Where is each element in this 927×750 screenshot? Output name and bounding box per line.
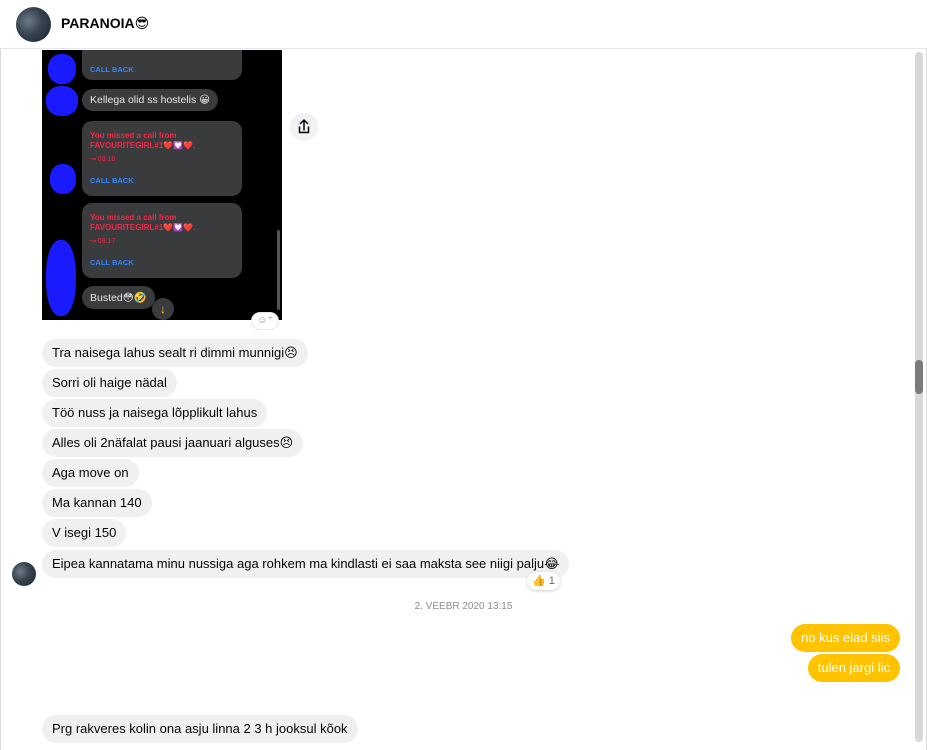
screenshot-message: Busted😳🤣 bbox=[82, 286, 155, 309]
missed-call-card: You missed a call from FAVOURITEGIRL#1❤️… bbox=[82, 203, 242, 278]
missed-call-text: You missed a call from bbox=[90, 131, 177, 140]
sender-avatar[interactable] bbox=[12, 562, 36, 586]
share-icon bbox=[298, 119, 310, 134]
add-reaction-icon[interactable]: ☺⁺ bbox=[251, 312, 279, 330]
message-outgoing[interactable]: no kus elad siis bbox=[791, 624, 900, 652]
message-incoming[interactable]: V isegi 150 bbox=[42, 519, 127, 547]
message-incoming[interactable]: Ma kannan 140 bbox=[42, 489, 152, 517]
missed-call-name: FAVOURITEGIRL#1❤️💟❤️. bbox=[90, 223, 196, 232]
message-incoming[interactable]: Tra naisega lahus sealt ri dimmi munnigi… bbox=[42, 339, 308, 367]
missed-call-text: You missed a call from bbox=[90, 213, 177, 222]
conversation-header: PARANOIA😎 bbox=[0, 0, 927, 49]
missed-call-name: FAVOURITEGIRL#1❤️💟❤️. bbox=[90, 141, 196, 150]
call-card-partial: CALL BACK bbox=[82, 50, 242, 80]
message-reaction[interactable]: 👍 1 bbox=[527, 572, 560, 590]
scrollbar-thumb[interactable] bbox=[915, 360, 923, 394]
share-button[interactable] bbox=[290, 113, 318, 141]
redaction-scribble bbox=[50, 164, 76, 194]
contact-avatar[interactable] bbox=[16, 7, 51, 42]
conversation-title[interactable]: PARANOIA😎 bbox=[61, 15, 149, 32]
message-timestamp: 2. VEEBR 2020 13:15 bbox=[414, 601, 513, 612]
redaction-scribble bbox=[48, 54, 76, 84]
redaction-scribble bbox=[46, 240, 76, 316]
shared-screenshot-image[interactable]: CALL BACK Kellega olid ss hostelis 😀 You… bbox=[42, 50, 282, 320]
screenshot-message: Kellega olid ss hostelis 😀 bbox=[82, 89, 219, 111]
missed-call-time: ↝ 09:17 bbox=[90, 238, 116, 245]
message-incoming[interactable]: Alles oli 2näfalat pausi jaanuari alguse… bbox=[42, 429, 304, 457]
call-back-label: CALL BACK bbox=[90, 65, 134, 74]
scrollbar-track[interactable] bbox=[915, 52, 923, 742]
message-incoming[interactable]: Eipea kannatama minu nussiga aga rohkem … bbox=[42, 550, 570, 578]
call-back-label: CALL BACK bbox=[90, 176, 134, 185]
message-outgoing[interactable]: tulen jargi lic bbox=[807, 654, 900, 682]
redaction-scribble bbox=[46, 86, 78, 116]
reaction-count: 1 bbox=[548, 575, 555, 587]
message-incoming[interactable]: Prg rakveres kolin ona asju linna 2 3 h … bbox=[42, 715, 358, 743]
screenshot-scrollbar bbox=[277, 230, 280, 310]
message-incoming[interactable]: Sorri oli haige nädal bbox=[42, 369, 177, 397]
message-incoming[interactable]: Töö nuss ja naisega lõpplikult lahus bbox=[42, 399, 268, 427]
message-incoming[interactable]: Aga move on bbox=[42, 459, 139, 487]
arrow-down-icon: ↓ bbox=[152, 298, 174, 320]
missed-call-time: ↝ 09:16 bbox=[90, 156, 116, 163]
missed-call-card: You missed a call from FAVOURITEGIRL#1❤️… bbox=[82, 121, 242, 196]
thumbs-up-icon: 👍 bbox=[532, 575, 546, 587]
call-back-label: CALL BACK bbox=[90, 258, 134, 267]
